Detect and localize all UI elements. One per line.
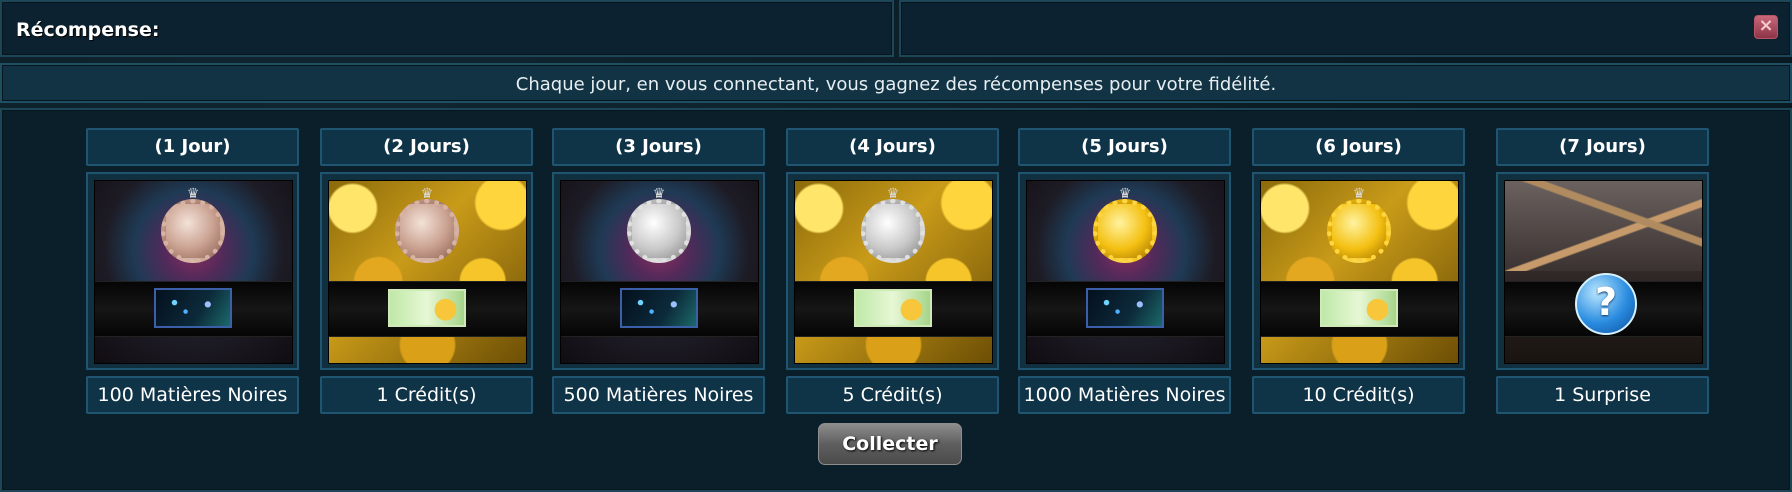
info-message: Chaque jour, en vous connectant, vous ga… bbox=[515, 74, 1277, 95]
chest-icon bbox=[1505, 181, 1702, 271]
close-button[interactable]: × bbox=[1754, 15, 1778, 39]
reward-card: ♛ bbox=[1018, 172, 1231, 370]
credits-icon bbox=[854, 289, 932, 327]
day-label: (1 Jour) bbox=[86, 128, 299, 166]
reward-image: ♛ bbox=[1026, 180, 1225, 364]
info-bar: Chaque jour, en vous connectant, vous ga… bbox=[0, 63, 1792, 103]
dark-matter-icon bbox=[1086, 288, 1164, 328]
title-bar-right: × bbox=[899, 0, 1792, 57]
reward-day-1: (1 Jour) ♛ 100 Matières Noires bbox=[86, 128, 299, 416]
reward-day-7: (7 Jours)? 1 Surprise bbox=[1496, 128, 1709, 416]
close-icon: × bbox=[1758, 15, 1774, 36]
credits-icon bbox=[388, 289, 466, 327]
reward-label: 500 Matières Noires bbox=[552, 376, 765, 414]
reward-card: ♛ bbox=[320, 172, 533, 370]
question-mark-icon: ? bbox=[1575, 273, 1637, 335]
reward-label: 100 Matières Noires bbox=[86, 376, 299, 414]
reward-label: 1000 Matières Noires bbox=[1018, 376, 1231, 414]
reward-card: ♛ bbox=[86, 172, 299, 370]
bronze-medal-icon bbox=[395, 199, 459, 263]
reward-day-6: (6 Jours) ♛ 10 Crédit(s) bbox=[1252, 128, 1465, 416]
reward-day-3: (3 Jours) ♛ 500 Matières Noires bbox=[552, 128, 765, 416]
dark-matter-icon bbox=[154, 288, 232, 328]
reward-day-5: (5 Jours) ♛ 1000 Matières Noires bbox=[1018, 128, 1231, 416]
collect-button[interactable]: Collecter bbox=[818, 423, 962, 465]
day-label: (4 Jours) bbox=[786, 128, 999, 166]
title-bar: Récompense: bbox=[0, 0, 894, 57]
reward-day-2: (2 Jours) ♛ 1 Crédit(s) bbox=[320, 128, 533, 416]
reward-card: ♛ bbox=[552, 172, 765, 370]
reward-day-4: (4 Jours) ♛ 5 Crédit(s) bbox=[786, 128, 999, 416]
reward-label: 5 Crédit(s) bbox=[786, 376, 999, 414]
reward-card: ? bbox=[1496, 172, 1709, 370]
gold-medal-icon bbox=[1093, 199, 1157, 263]
reward-image: ♛ bbox=[794, 180, 993, 364]
credits-icon bbox=[1320, 289, 1398, 327]
day-label: (2 Jours) bbox=[320, 128, 533, 166]
reward-image: ♛ bbox=[328, 180, 527, 364]
reward-image: ♛ bbox=[1260, 180, 1459, 364]
dark-matter-icon bbox=[620, 288, 698, 328]
reward-label: 1 Surprise bbox=[1496, 376, 1709, 414]
reward-image: ♛ bbox=[94, 180, 293, 364]
silver-medal-icon bbox=[861, 199, 925, 263]
silver-medal-icon bbox=[627, 199, 691, 263]
page-title: Récompense: bbox=[16, 19, 160, 41]
day-label: (3 Jours) bbox=[552, 128, 765, 166]
reward-card: ♛ bbox=[1252, 172, 1465, 370]
bronze-medal-icon bbox=[161, 199, 225, 263]
day-label: (6 Jours) bbox=[1252, 128, 1465, 166]
reward-image: ♛ bbox=[560, 180, 759, 364]
reward-image: ? bbox=[1504, 180, 1703, 364]
day-label: (7 Jours) bbox=[1496, 128, 1709, 166]
reward-label: 1 Crédit(s) bbox=[320, 376, 533, 414]
reward-card: ♛ bbox=[786, 172, 999, 370]
reward-label: 10 Crédit(s) bbox=[1252, 376, 1465, 414]
gold-medal-icon bbox=[1327, 199, 1391, 263]
day-label: (5 Jours) bbox=[1018, 128, 1231, 166]
